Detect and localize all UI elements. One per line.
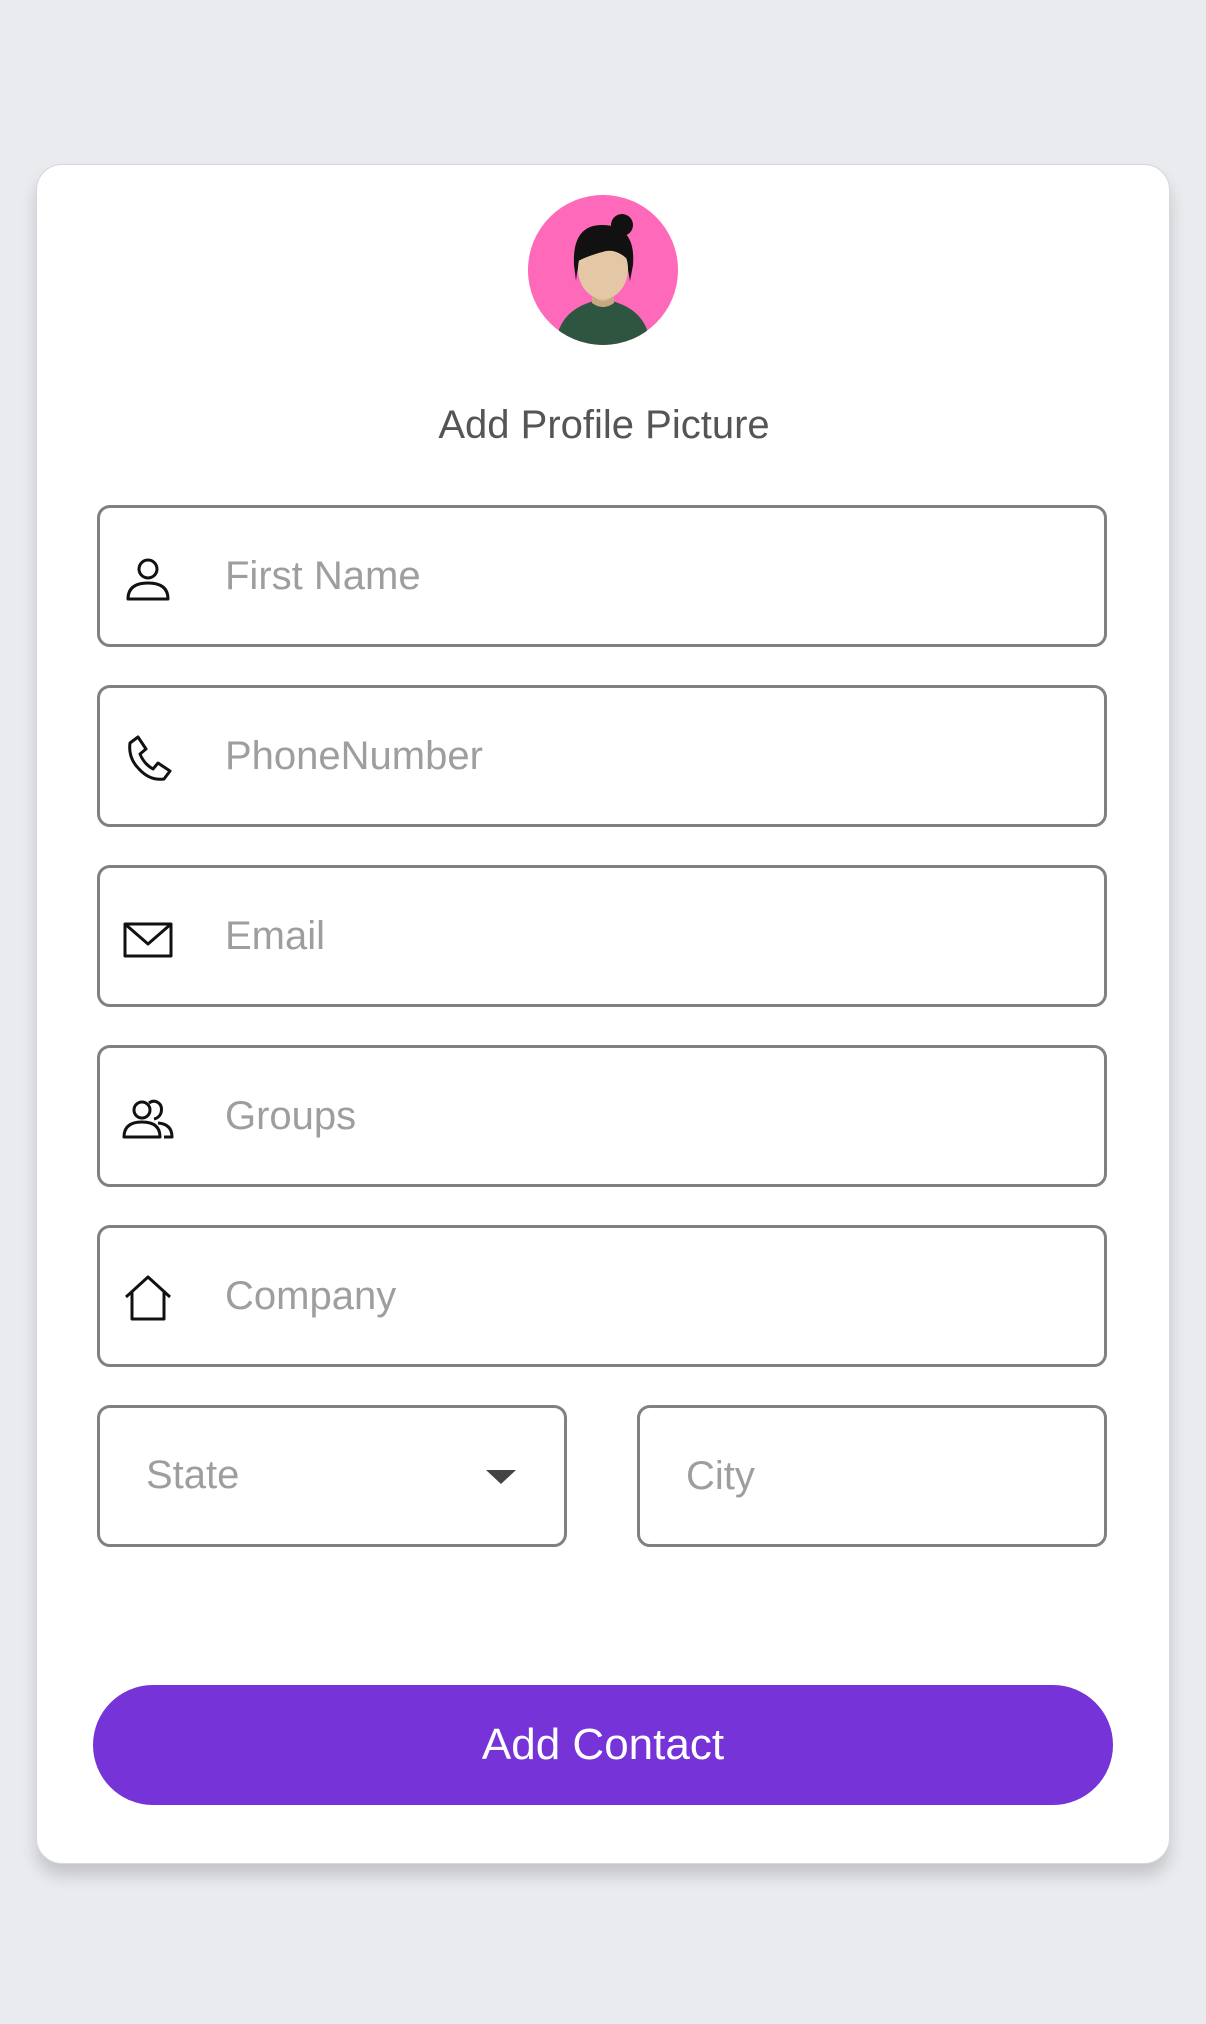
first-name-input[interactable] [225, 508, 1085, 644]
city-field[interactable] [637, 1405, 1107, 1547]
add-contact-button[interactable]: Add Contact [93, 1685, 1113, 1805]
company-input[interactable] [225, 1228, 1085, 1364]
phone-icon [122, 733, 174, 785]
home-icon [122, 1273, 174, 1325]
phone-number-input[interactable] [225, 688, 1085, 824]
phone-number-field[interactable] [97, 685, 1107, 827]
state-select-value: State [146, 1453, 240, 1497]
contact-form-card: Add Profile Picture First Name PhoneNumb… [36, 164, 1170, 1864]
first-name-field[interactable] [97, 505, 1107, 647]
group-icon [122, 1093, 174, 1145]
city-input[interactable] [686, 1408, 1086, 1544]
groups-input[interactable] [225, 1048, 1085, 1184]
mail-icon [122, 913, 174, 965]
person-icon [122, 553, 174, 605]
caret-down-icon [486, 1470, 516, 1484]
email-field[interactable] [97, 865, 1107, 1007]
company-field[interactable] [97, 1225, 1107, 1367]
groups-field[interactable] [97, 1045, 1107, 1187]
profile-picture-button[interactable] [528, 195, 678, 345]
email-input[interactable] [225, 868, 1085, 1004]
female-avatar-icon [528, 195, 678, 345]
add-profile-picture-label: Add Profile Picture [438, 403, 770, 447]
state-select[interactable]: State [97, 1405, 567, 1547]
